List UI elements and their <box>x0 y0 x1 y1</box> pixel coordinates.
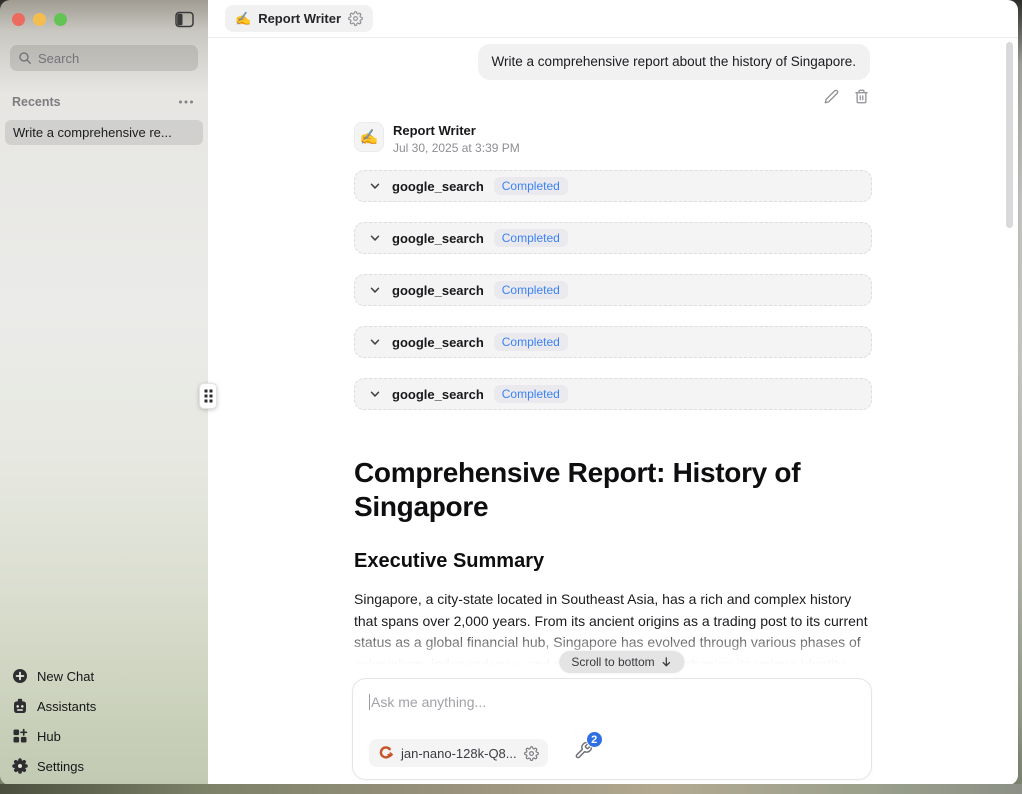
tool-name: google_search <box>392 335 484 350</box>
scroll-to-bottom-button[interactable]: Scroll to bottom <box>559 651 684 673</box>
model-settings-gear-icon[interactable] <box>524 746 539 761</box>
pencil-icon <box>824 89 839 104</box>
plus-circle-icon <box>12 668 28 684</box>
composer-toolbar: jan-nano-128k-Q8... 2 <box>369 739 593 767</box>
message-timestamp: Jul 30, 2025 at 3:39 PM <box>393 141 520 155</box>
section-heading: Executive Summary <box>354 550 872 573</box>
tool-status-badge: Completed <box>494 229 568 247</box>
chevron-down-icon <box>368 335 382 349</box>
assistant-settings-gear-icon[interactable] <box>348 11 363 26</box>
titlebar <box>0 0 208 38</box>
composer-input-row <box>369 694 855 710</box>
close-window-button[interactable] <box>12 13 25 26</box>
assistant-tab[interactable]: ✍️ Report Writer <box>225 5 373 32</box>
nav-label: Hub <box>37 729 61 744</box>
assistant-tab-title: Report Writer <box>258 11 341 26</box>
hub-icon <box>12 728 28 744</box>
sidebar-item-new-chat[interactable]: New Chat <box>12 661 196 691</box>
assistant-emoji-icon: ✍️ <box>235 11 251 27</box>
sidebar: Search Recents Write a comprehensive re.… <box>0 0 208 785</box>
recents-header: Recents <box>0 95 208 109</box>
nav-label: New Chat <box>37 669 94 684</box>
assistant-avatar: ✍️ <box>354 122 384 152</box>
report-content: Comprehensive Report: History of Singapo… <box>354 456 872 675</box>
recent-chat-item[interactable]: Write a comprehensive re... <box>5 120 203 145</box>
minimize-window-button[interactable] <box>33 13 46 26</box>
jan-logo-icon <box>378 745 394 761</box>
tool-call-row[interactable]: google_search Completed <box>354 378 872 410</box>
app-window: Search Recents Write a comprehensive re.… <box>0 0 1018 785</box>
chat-header: ✍️ Report Writer <box>208 0 1018 38</box>
chevron-down-icon <box>368 387 382 401</box>
tools-count-badge: 2 <box>586 731 603 748</box>
tool-status-badge: Completed <box>494 333 568 351</box>
nav-label: Settings <box>37 759 84 774</box>
search-input[interactable]: Search <box>10 45 198 71</box>
scroll-to-bottom-label: Scroll to bottom <box>571 655 654 669</box>
assistant-name: Report Writer <box>393 123 520 138</box>
recents-label: Recents <box>12 95 61 109</box>
tool-call-row[interactable]: google_search Completed <box>354 222 872 254</box>
tool-call-row[interactable]: google_search Completed <box>354 274 872 306</box>
assistant-meta: Report Writer Jul 30, 2025 at 3:39 PM <box>393 122 520 155</box>
tool-status-badge: Completed <box>494 281 568 299</box>
tools-button[interactable]: 2 <box>574 741 593 765</box>
assistant-message-header: ✍️ Report Writer Jul 30, 2025 at 3:39 PM <box>354 122 520 155</box>
grip-dots-icon <box>204 389 213 403</box>
sidebar-toggle-button[interactable] <box>172 7 196 31</box>
assistant-avatar-emoji: ✍️ <box>360 128 379 146</box>
tool-name: google_search <box>392 283 484 298</box>
chevron-down-icon <box>368 283 382 297</box>
tool-status-badge: Completed <box>494 385 568 403</box>
main-panel: ✍️ Report Writer Write a comprehensive r… <box>208 0 1018 785</box>
model-name: jan-nano-128k-Q8... <box>401 746 517 761</box>
search-icon <box>18 51 32 65</box>
zoom-window-button[interactable] <box>54 13 67 26</box>
desktop-wallpaper-strip <box>0 784 1022 794</box>
report-title: Comprehensive Report: History of Singapo… <box>354 456 872 524</box>
search-placeholder: Search <box>38 51 79 66</box>
trash-icon <box>854 89 869 104</box>
composer: jan-nano-128k-Q8... 2 <box>352 678 872 780</box>
tool-call-row[interactable]: google_search Completed <box>354 170 872 202</box>
chat-input[interactable] <box>371 694 855 710</box>
tool-name: google_search <box>392 387 484 402</box>
sidebar-nav: New Chat Assistants <box>0 661 208 781</box>
sidebar-item-settings[interactable]: Settings <box>12 751 196 781</box>
edit-message-button[interactable] <box>823 88 840 105</box>
arrow-down-icon <box>661 656 673 668</box>
tool-name: google_search <box>392 231 484 246</box>
scrollbar-thumb[interactable] <box>1006 42 1013 228</box>
chevron-down-icon <box>368 231 382 245</box>
sidebar-item-hub[interactable]: Hub <box>12 721 196 751</box>
recents-menu-icon[interactable] <box>178 99 194 105</box>
assistants-icon <box>12 698 28 714</box>
settings-gear-icon <box>12 758 28 774</box>
tool-name: google_search <box>392 179 484 194</box>
traffic-lights <box>12 13 67 26</box>
sidebar-item-assistants[interactable]: Assistants <box>12 691 196 721</box>
report-paragraph: Singapore, a city-state located in South… <box>354 589 872 654</box>
text-caret <box>369 694 370 710</box>
user-message-bubble: Write a comprehensive report about the h… <box>478 44 870 80</box>
chevron-down-icon <box>368 179 382 193</box>
message-actions <box>823 88 870 105</box>
tool-status-badge: Completed <box>494 177 568 195</box>
tool-call-row[interactable]: google_search Completed <box>354 326 872 358</box>
model-selector[interactable]: jan-nano-128k-Q8... <box>369 739 548 767</box>
sidebar-toggle-icon <box>175 11 194 28</box>
sidebar-resize-handle[interactable] <box>199 383 217 409</box>
delete-message-button[interactable] <box>853 88 870 105</box>
nav-label: Assistants <box>37 699 96 714</box>
recent-chat-label: Write a comprehensive re... <box>13 125 172 140</box>
